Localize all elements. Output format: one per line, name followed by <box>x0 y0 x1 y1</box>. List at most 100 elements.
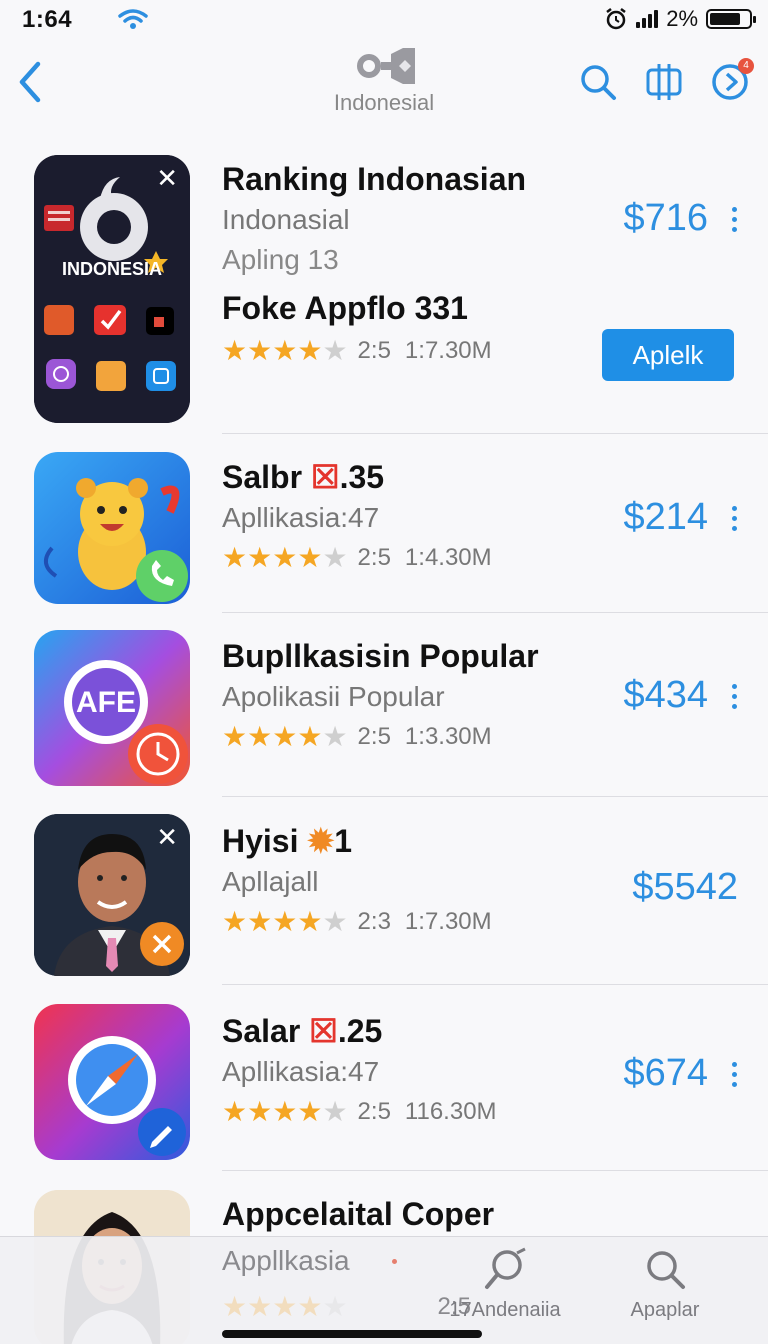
more-options-icon[interactable] <box>732 1062 738 1092</box>
app-name: Hyisi ✹1 <box>222 823 352 859</box>
star-rating-icon: ★ ★ ★ ★ ★ <box>222 542 348 573</box>
search-icon <box>647 1251 685 1289</box>
close-icon[interactable]: ✕ <box>156 165 178 191</box>
app-text: Bupllkasisin Popular Apolikasii Popular … <box>222 638 539 751</box>
search-button[interactable] <box>578 62 618 102</box>
list-item[interactable]: ✕ Hyisi ✹1 Apllajall ★ ★ ★ ★ ★ 2:3 1:7.30M $… <box>0 814 768 985</box>
divider <box>222 984 768 985</box>
rating-value: 2:5 <box>357 1098 391 1125</box>
indonesia-icon-label: INDONESIA <box>61 259 162 279</box>
app-subtitle: Appllkasia <box>222 1245 350 1276</box>
app-name: Bupllkasisin Popular <box>222 638 539 674</box>
afe-icon-label: AFE <box>76 686 136 719</box>
list-item[interactable]: AFE Bupllkasisin Popular Apolikasii Popu… <box>0 630 768 797</box>
featured-text: Ranking Indonasian Indonasial Apling 13 … <box>222 161 526 365</box>
app-name: Appcelaital Coper <box>222 1196 495 1232</box>
app-price[interactable]: $716 <box>623 197 708 240</box>
store-logo-icon <box>357 48 415 84</box>
star-rating-icon: ★ ★ ★ ★ ★ <box>222 1291 348 1322</box>
download-count: 1:7.30M <box>404 908 492 935</box>
home-indicator <box>222 1330 482 1338</box>
app-subtitle: Apllikasia:47 <box>222 1056 380 1087</box>
app-extra-title: Foke Appflo 331 <box>222 290 468 326</box>
tab-profile-search[interactable]: 17Andenaiia <box>420 1245 590 1322</box>
nav-bar: Indonesial 4 <box>0 40 768 130</box>
app-name: Salbr ☒.35 <box>222 459 385 495</box>
app-icon-portrait-man: ✕ <box>34 814 190 976</box>
indonesia-app-icon <box>34 155 190 423</box>
star-rating-icon: ★ ★ ★ ★ ★ <box>222 335 348 366</box>
tab-label: 17Andenaiia <box>449 1299 561 1321</box>
divider <box>222 433 768 434</box>
app-subtitle: Apllikasia:47 <box>222 502 380 533</box>
badge-x-icon: ☒ <box>310 459 340 495</box>
profile-search-icon <box>485 1247 526 1289</box>
rating-value: 2:3 <box>357 908 391 935</box>
app-rating: ★ ★ ★ ★ ★ 2:5 1:4.30M <box>222 544 492 572</box>
sun-icon: ✹ <box>307 823 335 859</box>
get-button[interactable]: Aplelk <box>602 329 734 381</box>
star-rating-icon: ★ ★ ★ ★ ★ <box>222 1096 348 1127</box>
download-count: 1:3.30M <box>404 723 492 750</box>
app-text: Salbr ☒.35 Apllikasia:47 ★ ★ ★ ★ ★ 2:5 1:4.3… <box>222 458 492 572</box>
app-icon-afe: AFE <box>34 630 190 786</box>
app-icon-indonesia: INDONESIA ✕ <box>34 155 190 423</box>
badge-x-icon: ☒ <box>309 1013 338 1049</box>
rating-value: 2:5 <box>357 544 391 571</box>
list-item[interactable]: Salbr ☒.35 Apllikasia:47 ★ ★ ★ ★ ★ 2:5 1:4.3… <box>0 452 768 613</box>
categories-button[interactable] <box>644 62 684 102</box>
app-name: Salar ☒.25 <box>222 1013 383 1049</box>
app-text: Salar ☒.25 Apllikasia:47 ★ ★ ★ ★ ★ 2:5 116.3… <box>222 1012 497 1126</box>
app-price[interactable]: $214 <box>623 496 708 539</box>
compass-app-icon <box>34 1004 190 1160</box>
star-rating-icon: ★ ★ ★ ★ ★ <box>222 906 348 937</box>
battery-percent: 2% <box>666 6 698 31</box>
divider <box>222 796 768 797</box>
tab-bar: Appllkasia ★ ★ ★ ★ ★ 2:5 17Andenaiia Apaplar <box>0 1236 768 1344</box>
app-text: Hyisi ✹1 Apllajall ★ ★ ★ ★ ★ 2:3 1:7.30M <box>222 822 492 936</box>
tab-label: Apaplar <box>630 1299 700 1321</box>
wifi-icon <box>118 9 148 29</box>
more-options-icon[interactable] <box>732 506 738 536</box>
app-subtitle: Apllajall <box>222 866 319 897</box>
nav-actions: 4 <box>578 58 754 102</box>
app-rating: ★ ★ ★ ★ ★ 2:5 1:3.30M <box>222 723 539 751</box>
divider <box>222 612 768 613</box>
tab-search[interactable]: Apaplar <box>600 1245 730 1322</box>
app-price[interactable]: $434 <box>623 674 708 717</box>
divider <box>222 1170 768 1171</box>
app-subtitle: Indonasial <box>222 204 350 235</box>
rating-value: 2:5 <box>357 723 391 750</box>
star-rating-icon: ★ ★ ★ ★ ★ <box>222 721 348 752</box>
more-options-icon[interactable] <box>732 207 738 237</box>
notification-badge: 4 <box>738 58 754 74</box>
status-time: 1:64 <box>22 6 73 33</box>
list-item[interactable]: Salar ☒.25 Apllikasia:47 ★ ★ ★ ★ ★ 2:5 116.3… <box>0 1004 768 1171</box>
dot-indicator <box>392 1259 397 1264</box>
app-rating: ★ ★ ★ ★ ★ 2:3 1:7.30M <box>222 908 492 936</box>
rating-value: 2:5 <box>357 337 391 364</box>
more-options-icon[interactable] <box>732 684 738 714</box>
columns-icon <box>646 64 682 100</box>
updates-button[interactable]: 4 <box>710 58 754 102</box>
app-price[interactable]: $5542 <box>632 866 738 909</box>
status-bar: 1:64 2% <box>0 0 768 40</box>
app-subtitle: Apolikasii Popular <box>222 681 445 712</box>
status-right: 2% <box>604 6 756 32</box>
app-icon-compass <box>34 1004 190 1160</box>
app-screen: 1:64 2% Indonesial 4 INDONESIA ✕ Ranking… <box>0 0 768 1344</box>
signal-icon <box>636 10 659 28</box>
list-item-featured[interactable]: INDONESIA ✕ Ranking Indonasian Indonasia… <box>0 155 768 435</box>
search-icon <box>581 65 616 100</box>
bear-mascot-icon <box>34 452 190 604</box>
app-rating: ★ ★ ★ ★ ★ 2:5 116.30M <box>222 1098 497 1126</box>
close-icon[interactable]: ✕ <box>156 824 178 850</box>
download-count: 1:7.30M <box>404 337 492 364</box>
alarm-icon <box>606 8 626 30</box>
battery-icon <box>706 9 756 29</box>
app-price[interactable]: $674 <box>623 1052 708 1095</box>
app-name: Ranking Indonasian <box>222 161 527 197</box>
app-text: Appcelaital Coper <box>222 1196 494 1233</box>
app-rating: ★ ★ ★ ★ ★ 2:5 1:7.30M <box>222 337 526 365</box>
download-count: 1:4.30M <box>404 544 492 571</box>
